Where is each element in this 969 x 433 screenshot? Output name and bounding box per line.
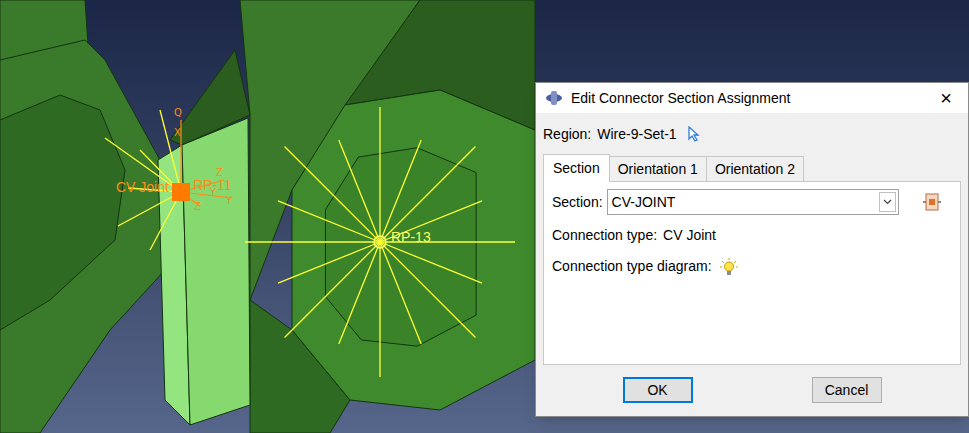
axis-label: X [174,127,181,138]
coupling-line [379,107,380,242]
close-button[interactable]: × [924,83,968,113]
coupling-line [379,242,380,377]
tab-bar: SectionOrientation 1Orientation 2 [543,154,961,181]
axis-label: Z [194,201,201,212]
connection-type-row: Connection type: CV Joint [552,225,952,246]
part-face[interactable] [292,90,535,410]
slab-face[interactable] [182,118,250,425]
coupling-line [380,147,475,242]
coupling-line [285,147,380,242]
button-row: OK Cancel [543,377,961,403]
pick-arrow-icon[interactable] [687,126,701,142]
dialog-button[interactable]: OK [623,377,693,403]
app-window: QXZYZYCV JointRP-11RP-13Edit Connector S… [0,0,969,433]
connector-section-dialog: Edit Connector Section Assignment × Region… [535,82,969,417]
tab-panel: Section: CV-JOINT Connection type: CV Joint… [543,181,961,365]
coupling-line [380,140,421,242]
coupling-line [380,242,482,283]
coupling-line [380,242,475,337]
connection-type-label: Connection type: [552,225,657,246]
dropdown-button[interactable] [879,192,896,212]
section-manager-icon[interactable] [922,192,942,212]
part-face[interactable] [0,95,125,330]
coupling-line [278,242,380,283]
connection-type-value: CV Joint [663,225,716,246]
chevron-down-icon [883,199,892,205]
tab[interactable]: Orientation 1 [610,156,707,181]
tab[interactable]: Section [543,154,610,182]
coupling-line [285,242,380,337]
diagram-row: Connection type diagram: [552,256,952,277]
point-label: CV Joint [116,179,169,195]
app-icon [545,90,563,106]
coupling-line [339,140,380,242]
region-row: Region: Wire-9-Set-1 [543,123,961,145]
connector-marker-icon[interactable] [172,183,190,201]
coupling-line [339,242,380,344]
section-value: CV-JOINT [612,192,879,213]
section-select[interactable]: CV-JOINT [607,189,899,215]
part-face[interactable] [325,148,476,346]
section-label: Section: [552,192,603,213]
axis-label: Q [174,107,182,118]
part-face[interactable] [0,40,165,433]
lightbulb-icon[interactable] [720,258,738,276]
dialog-title: Edit Connector Section Assignment [571,88,790,109]
coupling-line [278,201,380,242]
section-row: Section: CV-JOINT [552,189,952,215]
coupling-line [245,241,380,242]
reference-point-icon[interactable] [374,236,386,248]
coupling-line [380,242,421,344]
point-label: RP-11 [193,177,232,193]
diagram-label: Connection type diagram: [552,256,712,277]
point-label: RP-13 [391,229,431,245]
region-label: Region: [543,124,591,145]
axis-label: Y [225,195,233,206]
dialog-button[interactable]: Cancel [812,377,882,403]
title-bar[interactable]: Edit Connector Section Assignment × [536,83,968,113]
region-value: Wire-9-Set-1 [597,124,676,145]
tab[interactable]: Orientation 2 [707,156,804,181]
